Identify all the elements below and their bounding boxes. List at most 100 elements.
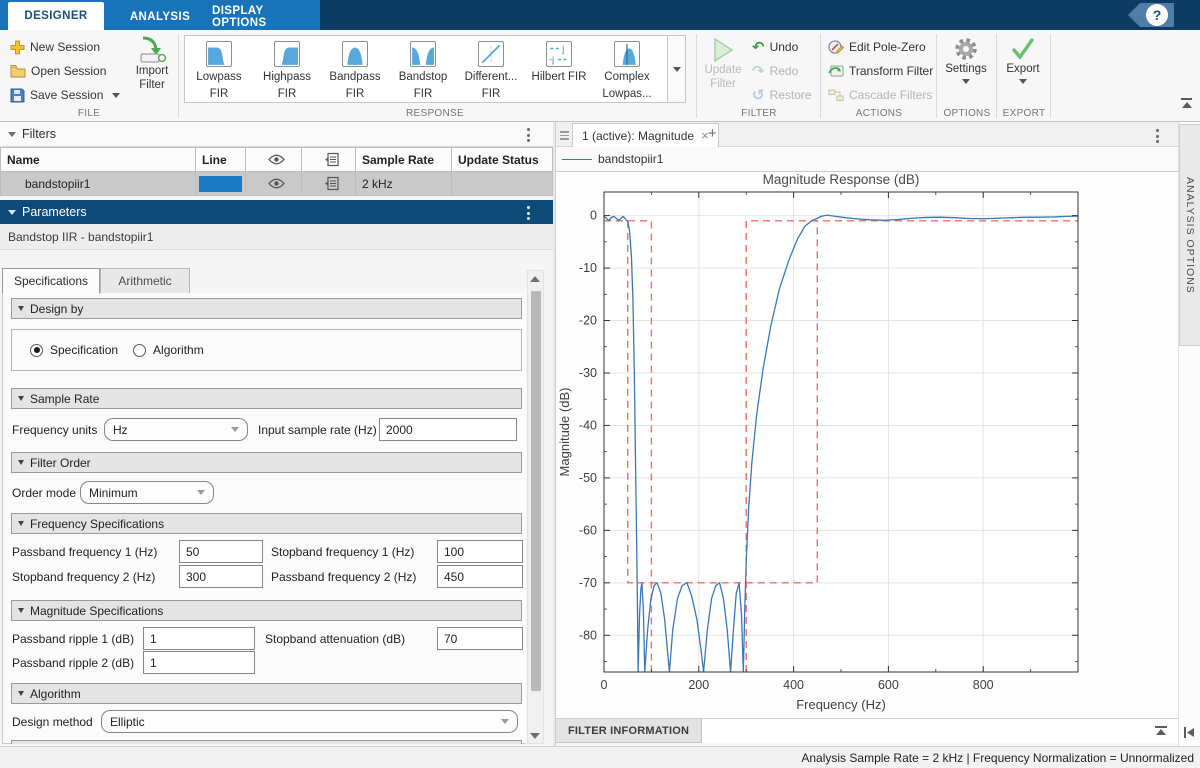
new-tab-button[interactable]: + [708, 125, 717, 142]
radio-specification[interactable] [30, 344, 43, 357]
filter-sample-rate-cell[interactable]: 2 kHz [356, 172, 452, 196]
tab-display-options[interactable]: DISPLAY OPTIONS [212, 3, 320, 30]
plot-menu-button[interactable] [1156, 129, 1159, 143]
parameters-subtitle-text: Bandstop IIR - bandstopiir1 [8, 230, 153, 244]
response-item-differentiator-fir[interactable]: Different... FIR [457, 36, 525, 102]
scroll-down-icon[interactable] [530, 733, 540, 739]
redo-button[interactable]: ↷ Redo [752, 61, 798, 81]
scrollbar-thumb[interactable] [531, 291, 541, 691]
section-magnitude-specs[interactable]: Magnitude Specifications [11, 600, 522, 621]
tab-arithmetic-label: Arithmetic [118, 274, 171, 288]
design-method-select[interactable]: Elliptic [101, 710, 518, 733]
filters-table-header: Name Line Sample Rate Update Status [0, 147, 553, 172]
tab-designer[interactable]: DESIGNER [8, 2, 104, 30]
response-item-highpass-fir[interactable]: Highpass FIR [253, 36, 321, 102]
restore-label: Restore [770, 88, 812, 102]
expand-panel-icon[interactable] [1183, 726, 1196, 739]
response-gallery-expand-button[interactable] [668, 35, 686, 103]
order-mode-select[interactable]: Minimum [80, 481, 214, 504]
filter-information-tab[interactable]: FILTER INFORMATION [556, 719, 702, 743]
stopband-attenuation-field[interactable]: 70 [437, 627, 523, 650]
section-filter-order[interactable]: Filter Order [11, 452, 522, 473]
col-line[interactable]: Line [196, 147, 246, 172]
response-item-complex-lowpass[interactable]: Complex Lowpas... [593, 36, 661, 102]
passband-freq1-field[interactable]: 50 [179, 540, 263, 563]
frequency-units-label: Frequency units [12, 418, 97, 441]
new-session-button[interactable]: New Session [10, 37, 100, 57]
ribbon: New Session Open Session Save Session FI… [0, 30, 1200, 122]
section-magnitude-specs-title: Magnitude Specifications [30, 604, 163, 618]
input-sample-rate-field[interactable]: 2000 [379, 418, 517, 441]
restore-button[interactable]: ↺ Restore [752, 85, 812, 105]
section-collapse-icon [18, 306, 24, 311]
response-label: FIR [346, 87, 365, 101]
filter-line-cell[interactable] [196, 172, 246, 196]
svg-text:-30: -30 [579, 366, 597, 380]
collapse-ribbon-button[interactable] [1181, 98, 1192, 108]
collapse-info-icon[interactable] [1154, 725, 1168, 738]
col-visibility[interactable] [246, 147, 302, 172]
magnitude-response-plot[interactable]: 02004006008000-10-20-30-40-50-60-70-80Ma… [556, 172, 1178, 718]
open-session-button[interactable]: Open Session [10, 61, 106, 81]
passband-ripple2-field[interactable]: 1 [143, 651, 255, 674]
parameters-menu-button[interactable] [527, 206, 530, 220]
frequency-units-select[interactable]: Hz [104, 418, 248, 441]
annotation-icon [324, 176, 339, 191]
tab-analysis[interactable]: ANALYSIS [110, 3, 210, 30]
order-mode-label: Order mode [12, 481, 76, 504]
cascade-filters-button[interactable]: Cascade Filters [828, 85, 932, 105]
update-filter-label-2: Filter [710, 77, 736, 91]
tab-grip-icon[interactable] [560, 129, 569, 142]
passband-ripple1-field[interactable]: 1 [143, 627, 255, 650]
redo-icon: ↷ [752, 64, 765, 78]
transform-filter-button[interactable]: Transform Filter [828, 61, 933, 81]
tab-arithmetic[interactable]: Arithmetic [100, 268, 190, 294]
col-info[interactable] [302, 147, 356, 172]
undo-button[interactable]: ↶ Undo [752, 37, 798, 57]
response-item-hilbert-fir[interactable]: j -j Hilbert FIR [525, 36, 593, 102]
svg-text:Magnitude Response (dB): Magnitude Response (dB) [763, 172, 920, 187]
section-sample-rate[interactable]: Sample Rate [11, 388, 522, 409]
passband-freq1-label: Passband frequency 1 (Hz) [12, 540, 157, 563]
section-algorithm[interactable]: Algorithm [11, 683, 522, 704]
parameters-collapse-icon[interactable] [8, 210, 16, 215]
options-section-label: OPTIONS [938, 108, 996, 119]
filter-name-cell[interactable]: bandstopiir1 [0, 172, 196, 196]
settings-button[interactable]: Settings [940, 36, 992, 84]
help-button[interactable]: ? [1146, 4, 1168, 26]
stopband-freq1-field[interactable]: 100 [437, 540, 523, 563]
plot-document-tab[interactable]: 1 (active): Magnitude × [572, 123, 719, 147]
tab-specifications[interactable]: Specifications [2, 268, 100, 294]
col-sample-rate[interactable]: Sample Rate [356, 147, 452, 172]
analysis-options-tab[interactable]: ANALYSIS OPTIONS [1179, 124, 1200, 346]
response-item-bandpass-fir[interactable]: Bandpass FIR [321, 36, 389, 102]
filter-info-cell[interactable] [302, 172, 356, 196]
section-design-by-title: Design by [30, 302, 83, 316]
parameters-scrollbar[interactable] [527, 270, 544, 744]
passband-ripple1-value: 1 [150, 632, 157, 646]
response-item-bandstop-fir[interactable]: Bandstop FIR [389, 36, 457, 102]
bandstop-fir-icon [410, 41, 436, 67]
section-design-by[interactable]: Design by [11, 298, 522, 319]
update-filter-button[interactable]: Update Filter [700, 37, 746, 91]
radio-algorithm[interactable] [133, 344, 146, 357]
edit-pole-zero-button[interactable]: Edit Pole-Zero [828, 37, 926, 57]
export-button[interactable]: Export [999, 36, 1047, 84]
save-session-button[interactable]: Save Session [10, 85, 120, 105]
line-color-swatch[interactable] [199, 176, 242, 192]
export-check-icon [1010, 36, 1036, 62]
col-update-status[interactable]: Update Status [452, 147, 553, 172]
passband-freq2-field[interactable]: 450 [437, 565, 523, 588]
stopband-freq2-field[interactable]: 300 [179, 565, 263, 588]
filter-update-status-cell[interactable] [452, 172, 553, 196]
response-item-lowpass-fir[interactable]: Lowpass FIR [185, 36, 253, 102]
import-filter-button[interactable]: Import Filter [128, 36, 176, 92]
col-name[interactable]: Name [0, 147, 196, 172]
filters-menu-button[interactable] [527, 128, 530, 142]
scroll-up-icon[interactable] [530, 276, 540, 282]
stopband-freq1-value: 100 [444, 545, 464, 559]
filter-row-bandstopiir1[interactable]: bandstopiir1 2 kHz [0, 172, 553, 196]
filters-collapse-icon[interactable] [8, 132, 16, 137]
section-frequency-specs[interactable]: Frequency Specifications [11, 513, 522, 534]
filter-visibility-cell[interactable] [246, 172, 302, 196]
